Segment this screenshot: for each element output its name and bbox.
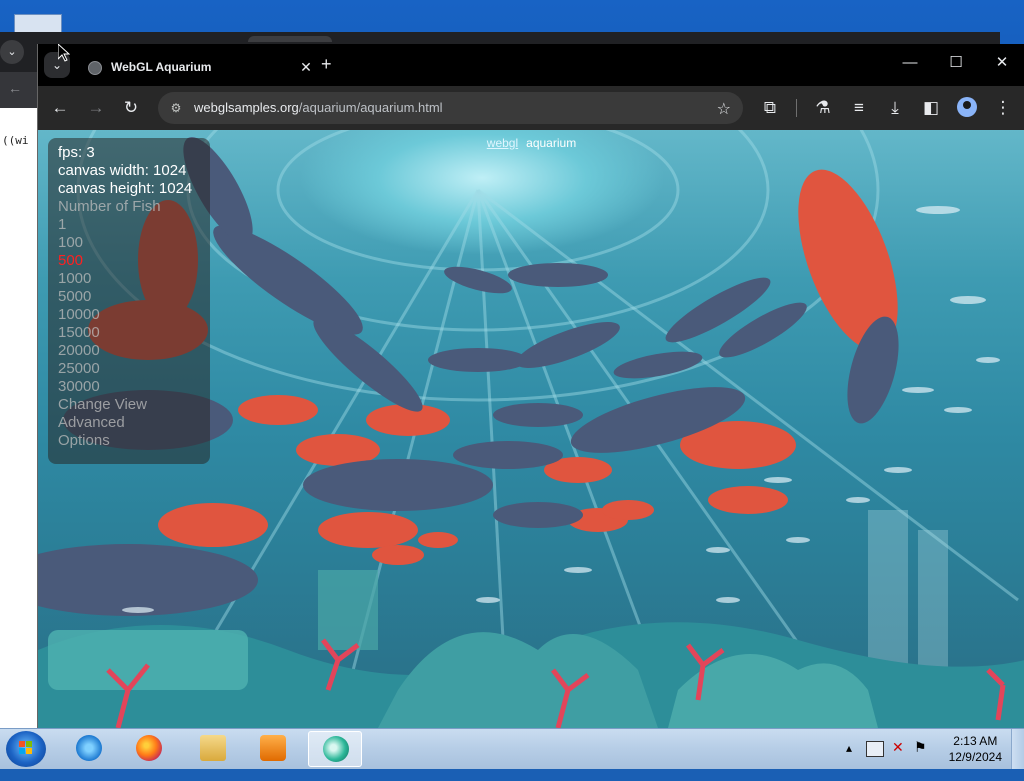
menu-icon[interactable]: ⋮ (992, 97, 1014, 119)
fish-count-option[interactable]: 20000 (58, 342, 100, 360)
network-icon[interactable] (866, 741, 884, 757)
close-tab-icon[interactable]: ✕ (296, 57, 316, 77)
chevron-down-icon[interactable]: ⌄ (0, 40, 24, 64)
side-panel-icon[interactable]: ◧ (920, 97, 942, 119)
internet-explorer-icon (76, 735, 102, 761)
background-tab[interactable] (248, 36, 332, 42)
background-page-text: ((wi (2, 134, 29, 147)
stats-menu-panel: fps: 3 canvas width: 1024 canvas height:… (48, 138, 210, 464)
fish-count-option[interactable]: 5000 (58, 288, 91, 306)
page-title: aquarium (526, 136, 577, 150)
start-button[interactable] (6, 731, 46, 767)
options-option[interactable]: Options (58, 432, 110, 450)
change-view-option[interactable]: Change View (58, 396, 147, 414)
fish-count-option[interactable]: 25000 (58, 360, 100, 378)
profile-icon[interactable] (957, 97, 977, 117)
fps-counter: fps: 3 (58, 144, 95, 161)
url-text[interactable]: webglsamples.org/aquarium/aquarium.html (194, 100, 443, 115)
url-host: webglsamples.org (194, 100, 299, 115)
new-tab-button[interactable]: + (321, 54, 332, 74)
show-desktop-button[interactable] (1011, 729, 1024, 769)
fish-count-option[interactable]: 100 (58, 234, 83, 252)
minimize-button[interactable]: — (887, 44, 933, 84)
back-arrow-icon[interactable]: ← (8, 80, 22, 96)
folder-icon (200, 735, 226, 761)
windows-logo-icon (19, 741, 33, 755)
media-player-icon (260, 735, 286, 761)
fish-count-option[interactable]: 1000 (58, 270, 91, 288)
volume-muted-icon[interactable]: ✕ (892, 739, 904, 779)
system-clock[interactable]: 2:13 AM 12/9/2024 (949, 733, 1002, 765)
fish-count-option[interactable]: 30000 (58, 378, 100, 396)
media-player-button[interactable] (246, 731, 300, 767)
aquarium-canvas[interactable]: webgl aquarium fps: 3 canvas width: 1024 … (38, 130, 1024, 728)
file-explorer-button[interactable] (186, 731, 240, 767)
webgl-link[interactable]: webgl (487, 136, 518, 150)
url-path: /aquarium/aquarium.html (298, 100, 443, 115)
fish-count-option-selected[interactable]: 500 (58, 252, 83, 270)
back-icon[interactable]: ← (49, 97, 71, 119)
show-hidden-icons-icon[interactable]: ▴ (846, 741, 852, 781)
mouse-cursor-icon (58, 44, 70, 62)
tab-title: WebGL Aquarium (111, 60, 212, 74)
submarine-wreck (48, 630, 248, 690)
firefox-icon (136, 735, 162, 761)
clock-time: 2:13 AM (953, 734, 998, 748)
canvas-width-readout: canvas width: 1024 (58, 162, 187, 179)
tab-strip: ⌄ WebGL Aquarium ✕ + — ☐ ✕ (38, 44, 1024, 86)
downloads-icon[interactable]: ⤓ (884, 97, 906, 119)
number-of-fish-heading: Number of Fish (58, 198, 161, 215)
close-window-button[interactable]: ✕ (979, 44, 1024, 84)
firefox-button[interactable] (122, 731, 176, 767)
forward-icon[interactable]: → (85, 97, 107, 119)
reload-icon[interactable]: ↻ (120, 97, 142, 119)
maximize-button[interactable]: ☐ (933, 44, 979, 84)
fish-count-option[interactable]: 10000 (58, 306, 100, 324)
toolbar-separator (796, 99, 797, 117)
clock-date: 12/9/2024 (948, 750, 1002, 764)
submarine-tower (318, 570, 378, 650)
browser-toolbar: ← → ↻ ⚙ webglsamples.org/aquarium/aquari… (38, 86, 1024, 130)
labs-icon[interactable]: ⚗ (812, 97, 834, 119)
address-bar[interactable]: ⚙ webglsamples.org/aquarium/aquarium.htm… (158, 92, 743, 124)
media-controls-icon[interactable]: ≡ (848, 97, 870, 119)
browser-window: ⌄ WebGL Aquarium ✕ + — ☐ ✕ ← → ↻ ⚙ webgl… (37, 44, 1024, 728)
tab-webgl-aquarium[interactable]: WebGL Aquarium ✕ (78, 49, 312, 86)
action-center-flag-icon[interactable]: ⚑ (914, 739, 927, 779)
advanced-option[interactable]: Advanced (58, 414, 125, 432)
site-info-icon[interactable]: ⚙ (168, 100, 184, 116)
bookmark-star-icon[interactable]: ☆ (717, 99, 731, 119)
canvas-height-readout: canvas height: 1024 (58, 180, 193, 197)
extensions-icon[interactable]: ⧉ (759, 97, 781, 119)
globe-icon (88, 61, 102, 75)
taskbar: ▴ ✕ ⚑ 2:13 AM 12/9/2024 (0, 728, 1024, 769)
internet-explorer-button[interactable] (62, 731, 116, 767)
fish-count-option[interactable]: 15000 (58, 324, 100, 342)
fish-count-option[interactable]: 1 (58, 216, 66, 234)
active-app-button[interactable] (308, 731, 362, 767)
chrome-like-app-icon (323, 736, 349, 762)
